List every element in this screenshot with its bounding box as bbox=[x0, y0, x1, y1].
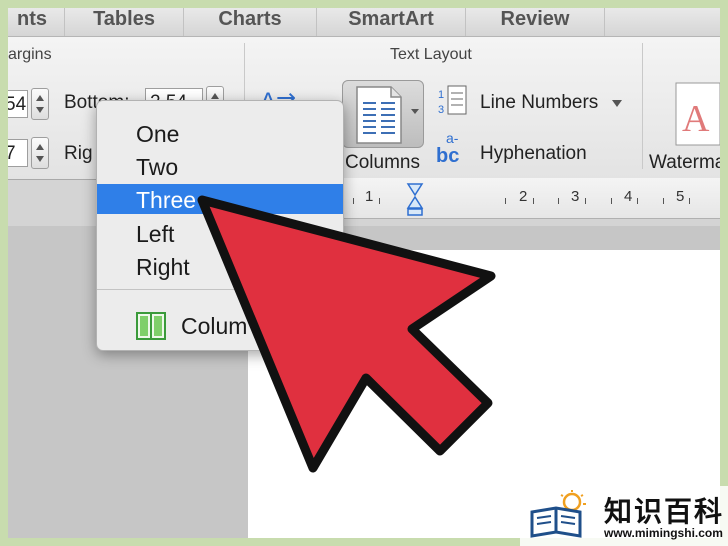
pointer-arrow-graphic bbox=[197, 195, 496, 473]
site-watermark: 知识百科 www.mimingshi.com bbox=[520, 486, 728, 546]
watermark-url: www.mimingshi.com bbox=[604, 526, 723, 540]
book-lightbulb-logo-icon bbox=[530, 490, 586, 538]
watermark-brand-text: 知识百科 bbox=[604, 495, 725, 528]
